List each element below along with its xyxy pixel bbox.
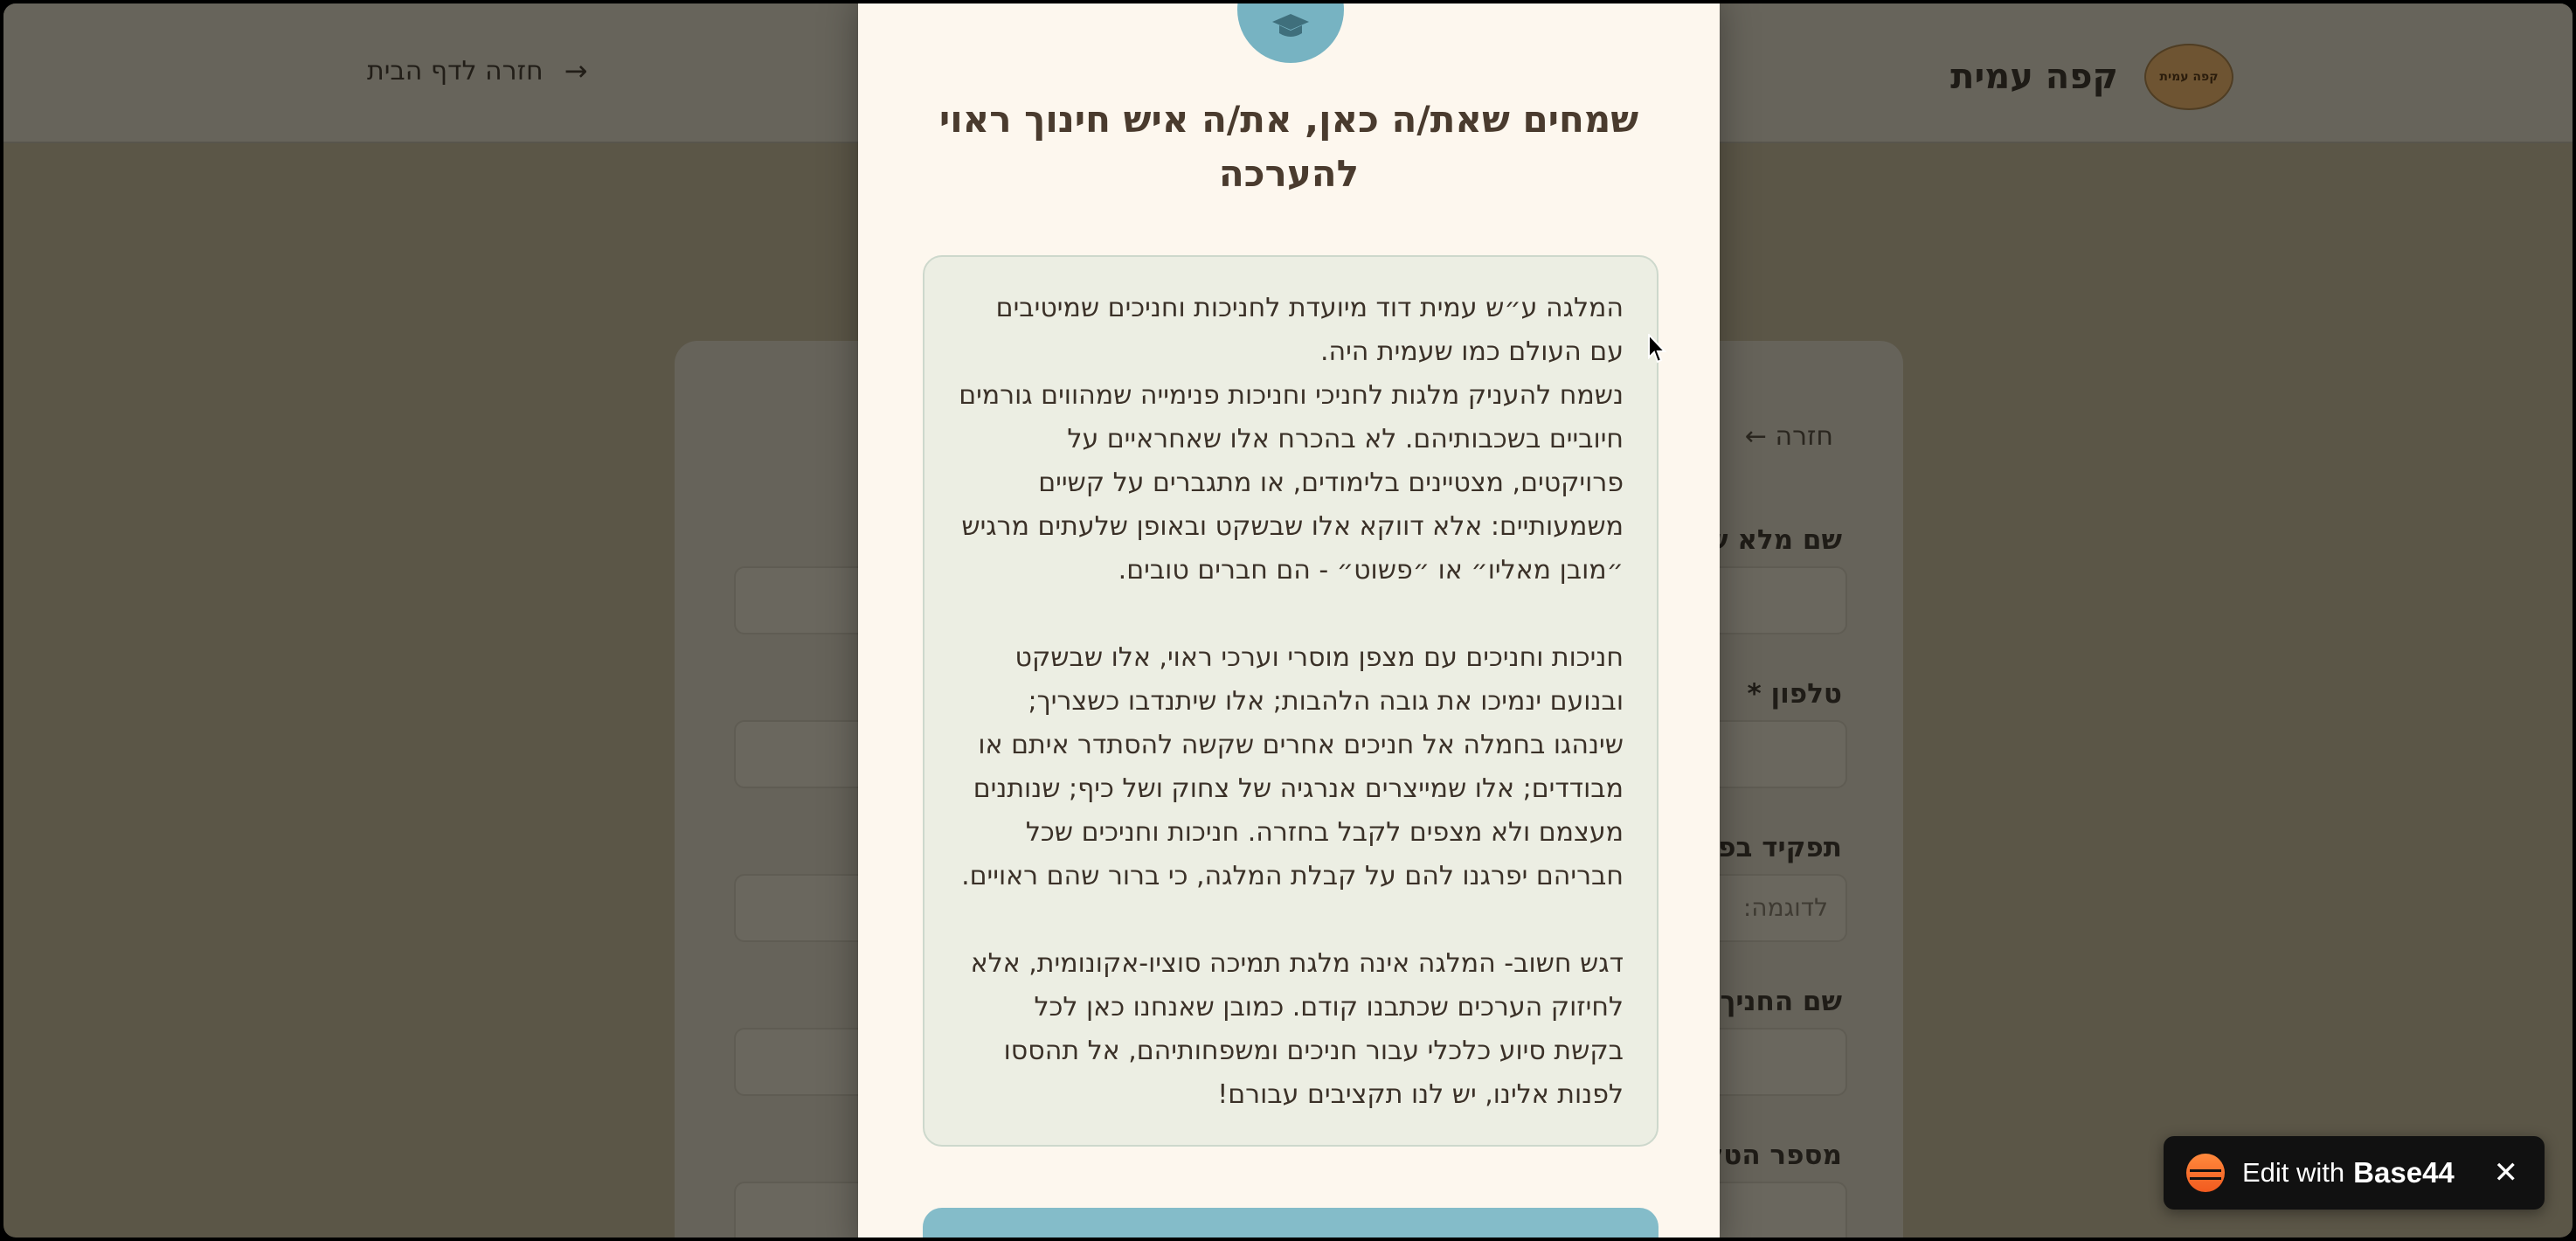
modal-title: שמחים שאת/ה כאן, את/ה איש חינוך ראוי להע… xyxy=(938,98,1639,195)
graduation-cap-icon xyxy=(1237,3,1344,63)
modal-paragraph: חניכות וחניכים עם מצפן מוסרי וערכי ראוי,… xyxy=(961,642,1624,891)
form-back-link[interactable]: חזרה ← xyxy=(1745,421,1833,452)
browser-viewport: קפה עמית קפה עמית → חזרה לדף הבית חזרה ←… xyxy=(3,3,2573,1238)
brand[interactable]: קפה עמית קפה עמית xyxy=(1950,40,2233,114)
modal-continue-button[interactable] xyxy=(923,1208,1658,1238)
form-label-student-name: שם החניך xyxy=(1720,986,1842,1017)
brand-logo: קפה עמית xyxy=(2144,44,2233,110)
form-label-role: תפקיד בפ xyxy=(1718,832,1842,863)
form-label-full-name: שם מלא ש xyxy=(1707,524,1842,556)
form-label-student-phone: מספר הטל xyxy=(1707,1140,1842,1171)
badge-brand: Base44 xyxy=(2353,1156,2455,1189)
base44-logo-icon xyxy=(2186,1154,2225,1192)
brand-logo-text: קפה עמית xyxy=(2159,70,2219,84)
arrow-right-icon: → xyxy=(564,54,588,87)
modal-text-box[interactable]: המלגה ע״ש עמית דוד מיועדת לחניכות וחניכי… xyxy=(923,255,1658,1147)
modal-paragraph: המלגה ע״ש עמית דוד מיועדת לחניכות וחניכי… xyxy=(959,293,1624,586)
back-home-link[interactable]: → חזרה לדף הבית xyxy=(367,54,587,87)
badge-text: Edit with xyxy=(2242,1157,2345,1188)
mouse-cursor-icon xyxy=(1648,332,1667,367)
brand-title: קפה עמית xyxy=(1950,57,2118,97)
back-home-label: חזרה לדף הבית xyxy=(367,55,544,87)
welcome-modal: שמחים שאת/ה כאן, את/ה איש חינוך ראוי להע… xyxy=(858,3,1720,1238)
edit-with-base44-badge[interactable]: Edit with Base44 ✕ xyxy=(2164,1136,2545,1210)
role-input-placeholder: לדוגמה: xyxy=(1742,893,1828,922)
modal-paragraph: דגש חשוב- המלגה אינה מלגת תמיכה סוציו-אק… xyxy=(970,948,1624,1110)
close-icon[interactable]: ✕ xyxy=(2494,1155,2519,1190)
form-label-phone: טלפון * xyxy=(1747,678,1843,710)
